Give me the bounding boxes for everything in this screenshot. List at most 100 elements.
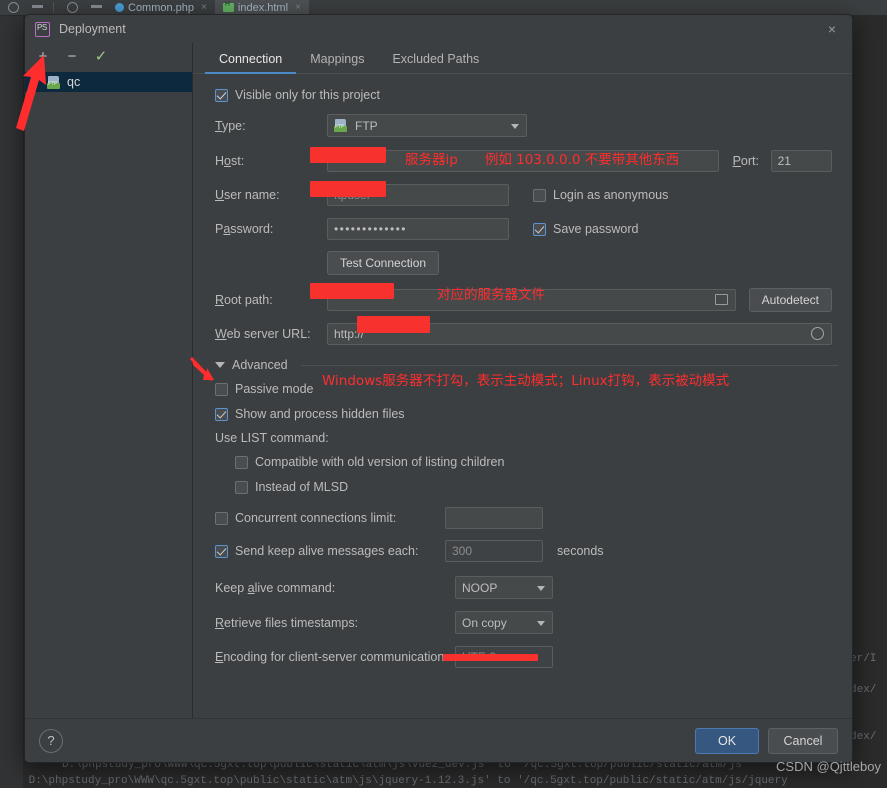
type-combo[interactable]: FTP [327,114,527,137]
tab-excluded-paths[interactable]: Excluded Paths [378,52,493,73]
editor-gutter [0,16,24,788]
root-path-label: Root path: [215,293,273,307]
checkbox-icon [533,222,546,236]
test-connection-button[interactable]: Test Connection [327,251,440,275]
login-anonymous-label: Login as anonymous [553,188,669,202]
checkbox-icon [533,188,546,202]
advanced-section-header[interactable]: Advanced [215,358,838,372]
type-value: FTP [355,118,378,133]
keep-alive-command-value: NOOP [462,580,498,595]
checkbox-icon [215,88,228,102]
chevron-down-icon [537,621,545,626]
web-server-url-input[interactable]: http:// [327,323,832,345]
host-input[interactable] [327,150,719,172]
globe-icon[interactable] [811,327,824,340]
chevron-down-icon [215,362,225,368]
connection-form: Visible only for this project Type: FTP … [193,74,852,718]
ftp-server-icon [47,75,61,89]
seconds-label: seconds [557,544,604,558]
instead-of-mlsd-checkbox[interactable]: Instead of MLSD [235,480,348,494]
checkbox-icon [215,407,228,421]
console-line: er/I [850,653,877,665]
keep-alive-input[interactable]: 300 [445,540,543,562]
editor-tab-label: index.html [237,1,289,14]
root-path-input[interactable] [327,289,736,311]
visible-only-label: Visible only for this project [235,88,380,102]
chevron-down-icon [511,124,519,129]
close-icon[interactable]: × [295,2,301,13]
section-divider [300,364,838,366]
username-label: User name: [215,188,280,202]
retrieve-timestamps-combo[interactable]: On copy [455,611,553,634]
advanced-label: Advanced [232,358,288,372]
console-line: dex/ [850,684,877,696]
download-icon[interactable] [28,1,48,15]
concurrent-connections-input[interactable] [445,507,543,529]
password-value: ••••••••••••• [334,222,407,236]
ok-button[interactable]: OK [695,727,759,754]
bug-icon[interactable] [63,1,83,15]
type-label: Type: [215,118,246,133]
browse-folder-icon[interactable] [714,294,728,305]
use-as-default-button[interactable]: ✓ [93,49,109,65]
deployment-dialog: Deployment × + − ✓ qc Connection Mapping… [24,14,853,763]
host-label: Host: [215,154,245,168]
encoding-label: Encoding for client-server communication… [215,650,448,664]
keep-alive-checkbox[interactable]: Send keep alive messages each: [215,544,445,558]
keep-alive-command-label: Keep alive command: [215,580,336,595]
retrieve-timestamps-label: Retrieve files timestamps: [215,615,359,630]
compatible-listing-checkbox[interactable]: Compatible with old version of listing c… [235,455,504,469]
connection-panel: Connection Mappings Excluded Paths Visib… [193,43,852,718]
use-list-command-label: Use LIST command: [215,431,329,445]
checkbox-icon [215,382,228,396]
console-line: 'D:\phpstudy_pro\WWW\qc.5gxt.top\public\… [22,775,788,787]
username-value: ftpuser [334,188,371,202]
retrieve-timestamps-value: On copy [462,615,507,630]
visible-only-checkbox[interactable]: Visible only for this project [215,88,380,102]
tree-item-label: qc [67,75,81,89]
password-label: Password: [215,222,274,236]
passive-mode-checkbox[interactable]: Passive mode [215,382,314,396]
keep-alive-command-combo[interactable]: NOOP [455,576,553,599]
editor-tab-label: Common.php [128,1,195,14]
dialog-title-bar: Deployment × [25,15,852,43]
html-file-icon [222,1,234,12]
add-server-button[interactable]: + [35,49,51,65]
concurrent-connections-checkbox[interactable]: Concurrent connections limit: [215,511,445,525]
username-input[interactable]: ftpuser [327,184,509,206]
password-input[interactable]: ••••••••••••• [327,218,509,240]
stop-icon[interactable] [87,1,107,15]
cancel-button[interactable]: Cancel [768,727,838,754]
checkbox-icon [215,544,228,558]
autodetect-button[interactable]: Autodetect [748,288,832,312]
login-anonymous-checkbox[interactable]: Login as anonymous [533,188,668,202]
chevron-down-icon [537,586,545,591]
show-hidden-files-label: Show and process hidden files [235,407,405,421]
footer-actions: OK Cancel [695,727,838,754]
tab-mappings[interactable]: Mappings [296,52,378,73]
save-password-label: Save password [553,222,639,236]
server-list-toolbar: + − ✓ [25,43,192,71]
checkbox-icon [235,480,248,494]
keep-alive-label: Send keep alive messages each: [235,544,419,558]
compatible-listing-label: Compatible with old version of listing c… [255,455,505,469]
dialog-body: + − ✓ qc Connection Mappings Excluded Pa… [25,43,852,718]
port-label: Port: [732,154,759,168]
port-input[interactable]: 21 [770,150,832,172]
show-hidden-files-checkbox[interactable]: Show and process hidden files [215,407,405,421]
server-tree[interactable]: qc [25,71,192,718]
save-password-checkbox[interactable]: Save password [533,222,638,236]
checkbox-icon [215,511,228,525]
help-button[interactable]: ? [39,728,63,753]
remove-server-button[interactable]: − [64,49,80,65]
tree-item-qc[interactable]: qc [25,72,192,92]
php-file-icon [115,3,124,12]
close-icon[interactable]: × [201,2,207,13]
instead-of-mlsd-label: Instead of MLSD [255,480,349,494]
settings-gear-icon[interactable] [4,1,24,15]
tab-connection[interactable]: Connection [205,52,297,74]
dialog-tabs: Connection Mappings Excluded Paths [193,43,852,74]
dialog-footer: ? OK Cancel [25,718,852,762]
close-icon[interactable]: × [825,22,839,36]
encoding-input[interactable]: UTF-8 [455,646,553,668]
